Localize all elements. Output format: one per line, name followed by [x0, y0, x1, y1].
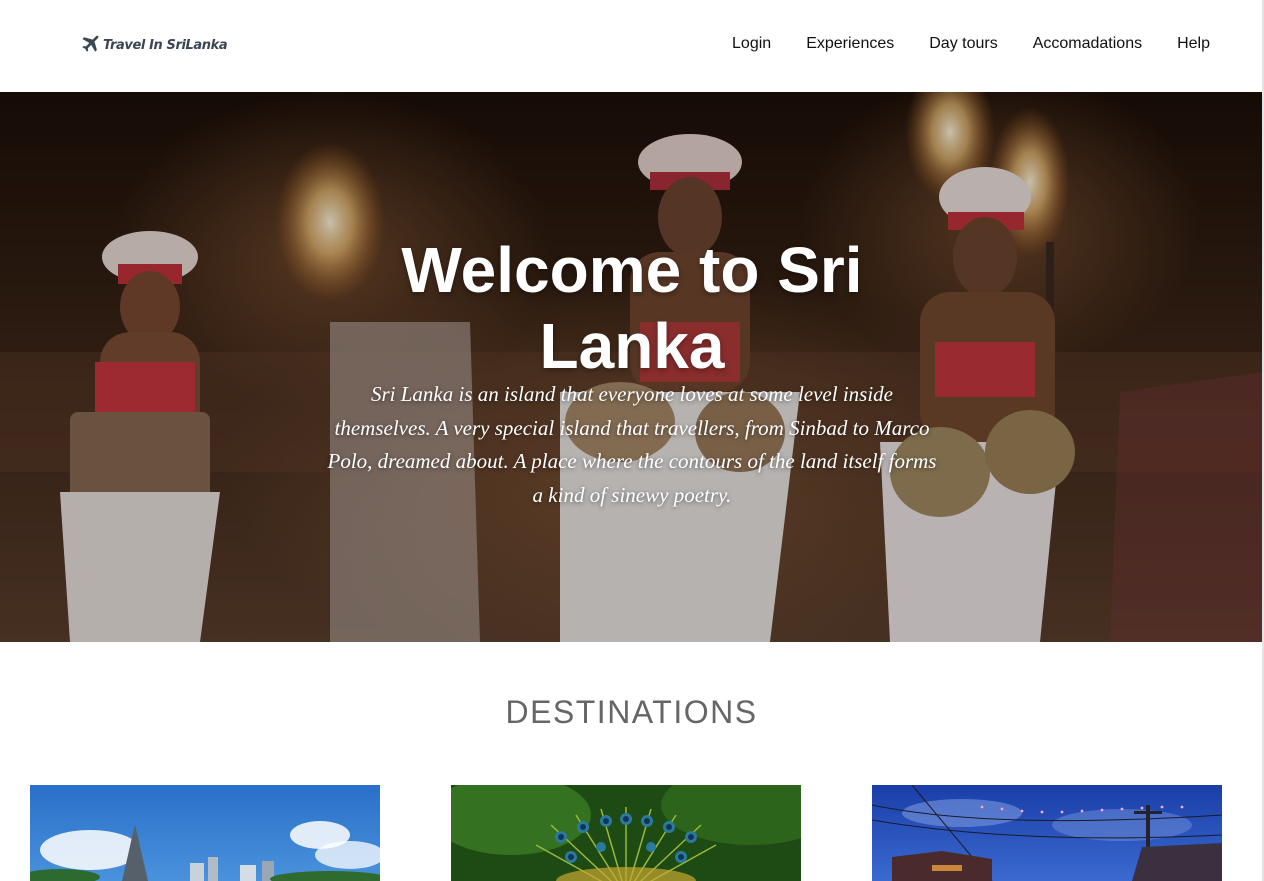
site-logo[interactable]: Travel In SriLanka: [79, 33, 228, 57]
destination-card-2[interactable]: [451, 785, 801, 881]
peacock-feathers-photo: [451, 785, 801, 881]
airplane-icon: [82, 35, 99, 52]
main-nav: Login Experiences Day tours Accomadation…: [697, 34, 1210, 54]
destination-card-1[interactable]: [30, 785, 380, 881]
nav-help[interactable]: Help: [1177, 34, 1210, 54]
night-street-lights-photo: [872, 785, 1222, 881]
hero-title: Welcome to Sri Lanka: [401, 234, 863, 382]
site-header: Travel In SriLanka Login Experiences Day…: [0, 0, 1264, 92]
hero-banner: Welcome to Sri Lanka Sri Lanka is an isl…: [0, 92, 1263, 642]
nav-day-tours[interactable]: Day tours: [929, 34, 997, 54]
nav-accomadations[interactable]: Accomadations: [1033, 34, 1142, 54]
nav-experiences[interactable]: Experiences: [806, 34, 894, 54]
logo-text: Travel In SriLanka: [103, 37, 228, 53]
hero-description: Sri Lanka is an island that everyone lov…: [327, 382, 937, 507]
city-temple-skyline-photo: [30, 785, 380, 881]
destinations-title: DESTINATIONS: [505, 694, 758, 730]
nav-login[interactable]: Login: [732, 34, 771, 54]
destination-card-3[interactable]: [872, 785, 1222, 881]
